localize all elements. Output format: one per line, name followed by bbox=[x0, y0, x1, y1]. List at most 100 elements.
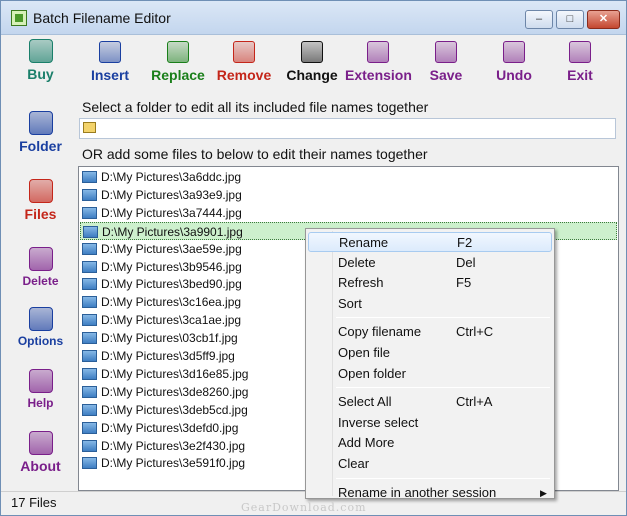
menu-separator bbox=[336, 477, 550, 479]
save-button[interactable]: Save bbox=[413, 41, 479, 91]
menu-item-label: Select All bbox=[338, 394, 392, 410]
menu-item-label: Open file bbox=[338, 345, 391, 360]
sidebar-item-help[interactable]: Help bbox=[4, 369, 77, 410]
watermark: GearDownload.com bbox=[241, 501, 367, 514]
menu-item-label: Sort bbox=[338, 295, 362, 311]
change-icon bbox=[301, 41, 323, 63]
about-icon bbox=[28, 431, 53, 455]
sidebar-item-label: Files bbox=[24, 206, 57, 222]
file-count: 17 Files bbox=[11, 495, 57, 510]
file-name: D:\My Pictures\3a93e9.jpg bbox=[101, 187, 242, 202]
toolbar-button-label: Undo bbox=[496, 67, 532, 83]
menu-item-label: Rename in another session bbox=[338, 484, 497, 500]
menu-item-label: Copy filename bbox=[338, 324, 422, 340]
menu-item-copy-filename[interactable]: Copy filename Ctrl+C bbox=[308, 322, 552, 342]
menu-item-delete[interactable]: Delete Del bbox=[308, 253, 552, 273]
extension-button[interactable]: Extension bbox=[345, 41, 412, 91]
list-item[interactable]: D:\My Pictures\3a93e9.jpg bbox=[80, 186, 617, 204]
sidebar-item-label: Options bbox=[17, 334, 64, 348]
toolbar-button-label: Extension bbox=[345, 67, 412, 83]
menu-item-refresh[interactable]: Refresh F5 bbox=[308, 273, 552, 293]
image-file-icon bbox=[83, 225, 98, 238]
image-file-icon bbox=[82, 171, 97, 183]
undo-button[interactable]: Undo bbox=[481, 41, 547, 91]
image-file-icon bbox=[82, 206, 97, 219]
file-name: D:\My Pictures\3deb5cd.jpg bbox=[101, 402, 248, 417]
change-button[interactable]: Change bbox=[279, 41, 345, 91]
menu-item-clear[interactable]: Clear bbox=[308, 454, 552, 474]
menu-item-label: Add More bbox=[338, 435, 395, 451]
extension-icon bbox=[367, 41, 389, 63]
menu-item-shortcut: F2 bbox=[457, 235, 473, 250]
menu-item-shortcut: Ctrl+A bbox=[456, 394, 493, 410]
menu-item-rename[interactable]: Rename F2 bbox=[308, 232, 552, 252]
image-file-icon bbox=[82, 457, 97, 470]
close-button[interactable]: ✕ bbox=[587, 10, 620, 29]
maximize-button[interactable]: □ bbox=[556, 10, 584, 29]
image-file-icon bbox=[82, 439, 97, 452]
menu-item-sort[interactable]: Sort bbox=[308, 294, 552, 314]
menu-item-label: Refresh bbox=[338, 275, 384, 291]
file-name: D:\My Pictures\3b9546.jpg bbox=[101, 259, 242, 274]
image-file-icon bbox=[82, 260, 97, 273]
browse-folder-icon[interactable] bbox=[83, 122, 96, 133]
minimize-button[interactable]: – bbox=[525, 10, 553, 29]
toolbar-button-label: Change bbox=[286, 67, 338, 83]
delete-icon bbox=[28, 247, 53, 271]
remove-button[interactable]: Remove bbox=[211, 41, 277, 91]
sidebar-item-label: Help bbox=[27, 396, 54, 410]
toolbar-button-label: Remove bbox=[216, 67, 272, 83]
files-prompt: OR add some files to below to edit their… bbox=[82, 146, 428, 162]
file-name: D:\My Pictures\3defd0.jpg bbox=[101, 420, 239, 435]
sidebar-item-files[interactable]: Files bbox=[4, 179, 77, 222]
file-name: D:\My Pictures\3e591f0.jpg bbox=[101, 456, 246, 471]
toolbar: Insert Replace Remove Change Extension Save Un… bbox=[77, 35, 626, 95]
sidebar-item-folder[interactable]: Folder bbox=[4, 111, 77, 154]
image-file-icon bbox=[82, 242, 97, 255]
image-file-icon bbox=[82, 385, 97, 398]
menu-item-label: Inverse select bbox=[338, 414, 419, 430]
sidebar-item-about[interactable]: About bbox=[4, 431, 77, 474]
menu-item-inverse-select[interactable]: Inverse select bbox=[308, 413, 552, 433]
app-icon bbox=[11, 10, 27, 26]
app-window: Batch Filename Editor – □ ✕ Buy Folder Fil… bbox=[0, 0, 627, 516]
file-name: D:\My Pictures\3c16ea.jpg bbox=[101, 295, 242, 310]
folder-prompt: Select a folder to edit all its included… bbox=[82, 99, 429, 115]
window-title: Batch Filename Editor bbox=[33, 10, 171, 26]
menu-item-add-more[interactable]: Add More bbox=[308, 433, 552, 453]
list-item[interactable]: D:\My Pictures\3a7444.jpg bbox=[80, 204, 617, 222]
menu-item-rename-in-another-session[interactable]: Rename in another session ▶ bbox=[308, 483, 552, 503]
menu-item-open-folder[interactable]: Open folder bbox=[308, 364, 552, 384]
insert-button[interactable]: Insert bbox=[77, 41, 143, 91]
sidebar-item-buy[interactable]: Buy bbox=[4, 39, 77, 82]
folder-path-input[interactable] bbox=[100, 120, 612, 137]
buy-icon bbox=[28, 39, 53, 63]
replace-button[interactable]: Replace bbox=[145, 41, 211, 91]
folder-icon bbox=[28, 111, 53, 135]
save-icon bbox=[435, 41, 457, 63]
context-menu: Rename F2 Delete Del Refresh F5 Sort Copy filen… bbox=[305, 228, 555, 500]
exit-button[interactable]: Exit bbox=[547, 41, 613, 91]
replace-icon bbox=[167, 41, 189, 63]
image-file-icon bbox=[82, 314, 97, 327]
folder-path-box[interactable] bbox=[79, 118, 616, 139]
image-file-icon bbox=[82, 332, 97, 345]
list-item[interactable]: D:\My Pictures\3a6ddc.jpg bbox=[80, 168, 617, 186]
left-sidebar: Buy Folder Files Delete Options Help About bbox=[4, 35, 77, 491]
sidebar-item-options[interactable]: Options bbox=[4, 307, 77, 348]
file-name: D:\My Pictures\3ca1ae.jpg bbox=[101, 313, 242, 328]
file-name: D:\My Pictures\3a7444.jpg bbox=[101, 205, 242, 220]
toolbar-button-label: Replace bbox=[151, 67, 205, 83]
menu-item-open-file[interactable]: Open file bbox=[308, 343, 552, 363]
file-name: D:\My Pictures\03cb1f.jpg bbox=[101, 331, 238, 346]
file-name: D:\My Pictures\3d5ff9.jpg bbox=[101, 349, 235, 363]
remove-icon bbox=[233, 41, 255, 63]
image-file-icon bbox=[82, 278, 97, 291]
toolbar-button-label: Save bbox=[429, 67, 463, 83]
undo-icon bbox=[503, 41, 525, 63]
menu-item-shortcut: Ctrl+C bbox=[456, 324, 494, 340]
image-file-icon bbox=[82, 188, 97, 201]
menu-item-select-all[interactable]: Select All Ctrl+A bbox=[308, 392, 552, 412]
options-icon bbox=[28, 307, 53, 331]
sidebar-item-delete[interactable]: Delete bbox=[4, 247, 77, 288]
